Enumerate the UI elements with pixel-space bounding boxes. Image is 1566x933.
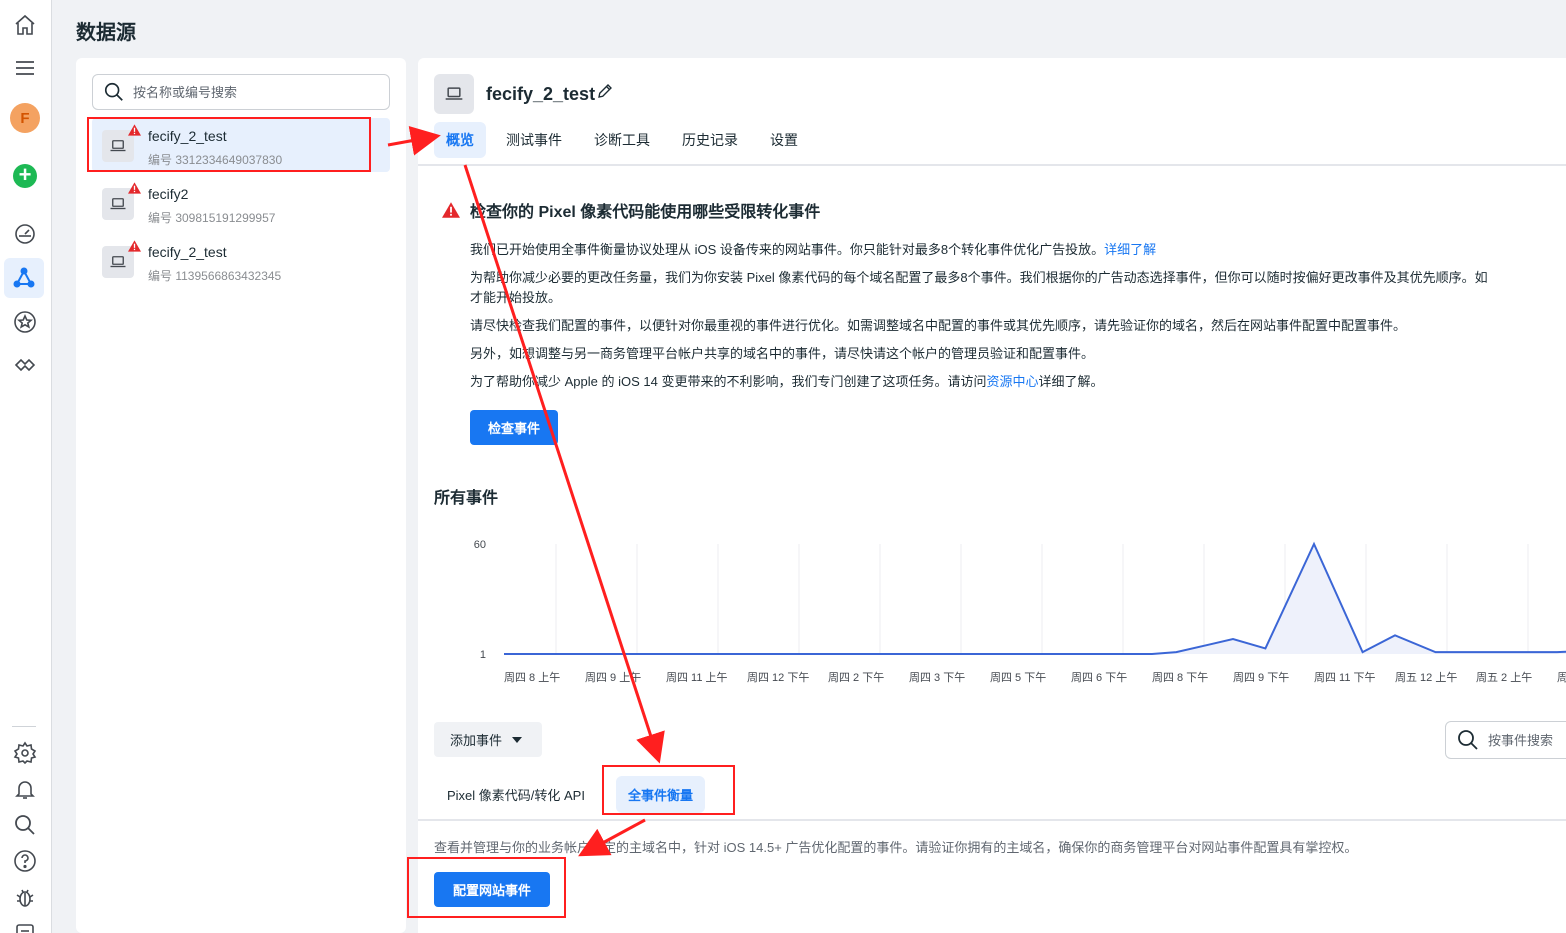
notice-paragraph: 为了帮助你减少 Apple 的 iOS 14 变更带来的不利影响，我们专门创建了… (470, 372, 1566, 392)
debug-icon[interactable] (10, 882, 40, 912)
data-source-search[interactable] (92, 74, 390, 110)
events-chart: 1 60 周四 8 上午 周四 9 上午 周四 11 上午 周四 12 下午 周四 2 下午… (474, 539, 1566, 684)
annotation-box (602, 765, 735, 815)
x-tick-label: 周四 6 下午 (1071, 671, 1127, 684)
y-tick-label: 60 (474, 539, 486, 551)
x-tick-label: 周四 11 下午 (1314, 671, 1376, 684)
avatar-letter: F (10, 103, 40, 133)
tab-history[interactable]: 历史记录 (670, 122, 750, 158)
x-tick-label: 周四 8 下午 (1152, 671, 1208, 684)
create-icon[interactable]: + (10, 161, 40, 191)
aem-description: 查看并管理与你的业务帐户绑定的主域名中，针对 iOS 14.5+ 广告优化配置的… (434, 840, 1358, 855)
subtab-pixel-conversion-api[interactable]: Pixel 像素代码/转化 API (435, 776, 597, 813)
data-source-name: fecify_2_test (148, 244, 227, 260)
annotation-box (87, 117, 371, 172)
x-tick-label: 周四 12 下午 (747, 671, 809, 684)
notice-title: 检查你的 Pixel 像素代码能使用哪些受限转化事件 (442, 198, 820, 222)
tab-test-events[interactable]: 测试事件 (494, 122, 574, 158)
notice-paragraph: 我们已开始使用全事件衡量协议处理从 iOS 设备传来的网站事件。你只能针对最多8… (470, 240, 1566, 260)
menu-icon[interactable] (10, 53, 40, 83)
review-events-button[interactable]: 检查事件 (470, 410, 558, 445)
page-title: 数据源 (76, 22, 136, 44)
pencil-icon[interactable] (596, 82, 614, 100)
data-source-title: fecify_2_test (486, 84, 596, 104)
all-events-title: 所有事件 (434, 490, 499, 507)
x-tick-label: 周五 2 上午 (1476, 671, 1532, 684)
learn-more-link[interactable]: 详细了解 (1104, 242, 1156, 257)
x-tick-label: 周四 11 上午 (666, 671, 728, 684)
warning-icon (128, 182, 141, 194)
notice-paragraph: 请尽快检查我们配置的事件，以便针对你最重视的事件进行优化。如需调整域名中配置的事… (470, 318, 1407, 333)
data-source-id: 编号 309815191299957 (148, 211, 276, 225)
rail-divider (12, 726, 36, 727)
search-icon (1458, 730, 1478, 750)
warning-icon (128, 240, 141, 252)
dashboard-icon[interactable] (10, 219, 40, 249)
warning-icon (442, 202, 460, 218)
caret-down-icon (512, 736, 523, 743)
help-icon[interactable] (10, 846, 40, 876)
partners-icon[interactable] (10, 350, 40, 380)
resource-center-link[interactable]: 资源中心 (986, 374, 1038, 389)
notice-text: 为了帮助你减少 Apple 的 iOS 14 变更带来的不利影响，我们专门创建了… (470, 374, 987, 389)
tabs-divider (418, 164, 1566, 166)
x-tick-label: 周五 12 上午 (1395, 671, 1457, 684)
left-rail: F + (0, 0, 52, 933)
notifications-icon[interactable] (10, 774, 40, 804)
notice-text: 我们已开始使用全事件衡量协议处理从 iOS 设备传来的网站事件。你只能针对最多8… (470, 242, 1105, 257)
tab-overview[interactable]: 概览 (434, 122, 486, 158)
tab-diagnostics[interactable]: 诊断工具 (582, 122, 662, 158)
settings-icon[interactable] (10, 738, 40, 768)
data-source-search-input[interactable] (133, 84, 373, 100)
detail-tabs: 概览 测试事件 诊断工具 历史记录 设置 (434, 122, 818, 158)
avatar[interactable]: F (10, 103, 40, 133)
x-tick-label: 周四 3 下午 (909, 671, 965, 684)
report-icon[interactable] (10, 918, 40, 933)
search-icon (104, 82, 123, 101)
x-tick-label: 周四 8 上午 (504, 671, 560, 684)
data-source-id: 编号 1139566863432345 (148, 269, 282, 283)
event-search-input[interactable] (1488, 732, 1566, 748)
annotation-box (407, 857, 566, 918)
notice-paragraph: 才能开始投放。 (470, 290, 562, 305)
x-tick-label: 周四 5 下午 (990, 671, 1046, 684)
data-source-list: fecify_2_test 编号 3312334649037830 fecify… (76, 58, 406, 933)
notice-title-text: 检查你的 Pixel 像素代码能使用哪些受限转化事件 (470, 204, 821, 221)
notice-paragraph: 另外，如想调整与另一商务管理平台帐户共享的域名中的事件，请尽快请这个帐户的管理员… (470, 346, 1095, 361)
data-source-name: fecify2 (148, 186, 189, 202)
laptop-icon (434, 74, 474, 114)
tab-settings[interactable]: 设置 (758, 122, 810, 158)
data-source-item[interactable]: fecify_2_test 编号 1139566863432345 (92, 234, 390, 288)
star-icon[interactable] (10, 307, 40, 337)
home-icon[interactable] (10, 10, 40, 40)
x-tick-label: 周五 3 上 (1557, 671, 1566, 684)
x-tick-label: 周四 9 上午 (585, 671, 641, 684)
search-icon[interactable] (10, 810, 40, 840)
x-tick-label: 周四 9 下午 (1233, 671, 1289, 684)
subtabs-divider (418, 819, 1566, 821)
data-sources-icon[interactable] (4, 258, 44, 298)
data-source-item[interactable]: fecify2 编号 309815191299957 (92, 176, 390, 230)
notice-text: 详细了解。 (1038, 374, 1104, 389)
notice-paragraph: 为帮助你减少必要的更改任务量，我们为你安装 Pixel 像素代码的每个域名配置了… (470, 270, 1488, 285)
event-search[interactable] (1445, 721, 1566, 759)
x-tick-label: 周四 2 下午 (828, 671, 884, 684)
data-source-detail: fecify_2_test 概览 测试事件 诊断工具 历史记录 设置 检查你的 … (418, 58, 1566, 933)
add-event-label: 添加事件 (450, 733, 503, 748)
y-tick-label: 1 (480, 649, 486, 661)
series-area (504, 544, 1566, 654)
series-line (504, 541, 1566, 655)
add-event-button[interactable]: 添加事件 (434, 722, 542, 757)
